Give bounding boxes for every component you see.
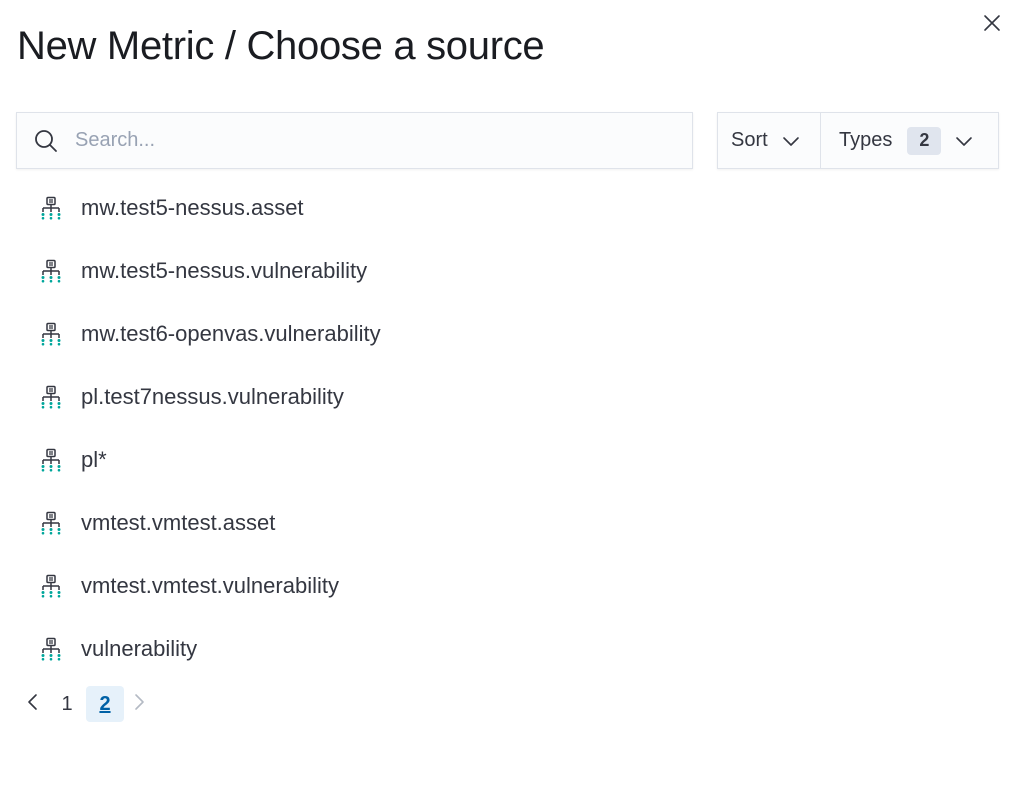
next-page-button[interactable]	[124, 686, 154, 722]
chevron-down-icon	[955, 132, 973, 150]
search-box[interactable]	[16, 112, 693, 169]
choose-source-flyout: New Metric / Choose a source Sort Types …	[0, 0, 1022, 788]
list-item-label: pl*	[81, 446, 107, 472]
list-item[interactable]: mw.test5-nessus.asset	[0, 176, 1022, 239]
list-item[interactable]: pl*	[0, 428, 1022, 491]
previous-page-button[interactable]	[18, 686, 48, 722]
filter-group: Sort Types 2	[717, 112, 999, 169]
source-list: mw.test5-nessus.asset mw.test5-nessus.vu…	[0, 176, 1022, 680]
page-1-button[interactable]: 1	[48, 686, 86, 722]
list-item-label: vulnerability	[81, 635, 198, 661]
types-label: Types	[839, 129, 893, 151]
list-item[interactable]: vmtest.vmtest.asset	[0, 491, 1022, 554]
types-count-badge: 2	[907, 126, 942, 155]
index-pattern-icon	[38, 447, 64, 473]
chevron-right-icon	[131, 692, 147, 717]
list-item[interactable]: mw.test5-nessus.vulnerability	[0, 239, 1022, 302]
pagination: 1 2	[18, 686, 154, 722]
list-item-label: mw.test6-openvas.vulnerability	[81, 320, 381, 346]
sort-label: Sort	[731, 129, 768, 151]
sort-button[interactable]: Sort	[718, 113, 821, 168]
index-pattern-icon	[38, 636, 64, 662]
index-pattern-icon	[38, 321, 64, 347]
index-pattern-icon	[38, 384, 64, 410]
chevron-down-icon	[782, 132, 800, 150]
list-item-label: vmtest.vmtest.asset	[81, 509, 276, 535]
list-item[interactable]: mw.test6-openvas.vulnerability	[0, 302, 1022, 365]
list-item-label: vmtest.vmtest.vulnerability	[81, 572, 339, 598]
index-pattern-icon	[38, 510, 64, 536]
list-item[interactable]: vmtest.vmtest.vulnerability	[0, 554, 1022, 617]
index-pattern-icon	[38, 195, 64, 221]
list-item[interactable]: vulnerability	[0, 617, 1022, 680]
list-item-label: mw.test5-nessus.vulnerability	[81, 257, 368, 283]
list-item[interactable]: pl.test7nessus.vulnerability	[0, 365, 1022, 428]
index-pattern-icon	[38, 258, 64, 284]
page-title: New Metric / Choose a source	[17, 24, 545, 68]
types-filter-button[interactable]: Types 2	[821, 113, 998, 168]
chevron-left-icon	[25, 692, 41, 717]
list-item-label: pl.test7nessus.vulnerability	[81, 383, 344, 409]
close-icon	[982, 13, 1002, 38]
index-pattern-icon	[38, 573, 64, 599]
list-item-label: mw.test5-nessus.asset	[81, 194, 304, 220]
search-input[interactable]	[75, 120, 655, 161]
search-icon	[33, 128, 59, 154]
page-2-button[interactable]: 2	[86, 686, 124, 722]
close-button[interactable]	[978, 11, 1006, 39]
